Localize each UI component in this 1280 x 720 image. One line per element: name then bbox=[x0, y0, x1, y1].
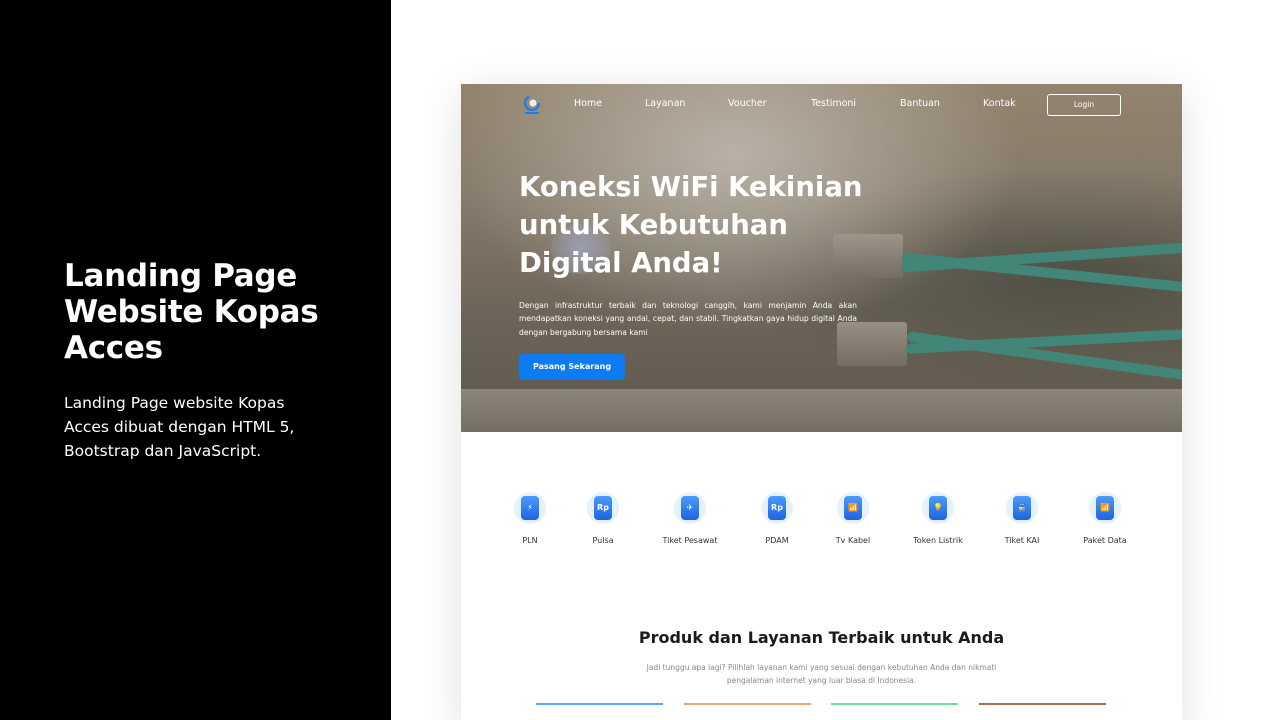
nav-link-voucher[interactable]: Voucher bbox=[728, 98, 767, 110]
wifi-phone-icon: 📶 bbox=[1089, 492, 1121, 524]
product-card-top-border bbox=[684, 703, 811, 705]
website-mockup: Home Layanan Voucher Testimoni Bantuan K… bbox=[461, 84, 1182, 720]
service-item-pulsa[interactable]: Rp Pulsa bbox=[558, 492, 648, 546]
service-label: Token Listrik bbox=[913, 536, 963, 545]
section-description: Jadi tunggu apa lagi? Pilihlah layanan k… bbox=[646, 663, 997, 685]
product-card-top-border bbox=[536, 703, 663, 705]
login-button[interactable]: Login bbox=[1047, 94, 1121, 116]
nav-link-bantuan[interactable]: Bantuan bbox=[900, 98, 940, 110]
tv-icon: 📶 bbox=[837, 492, 869, 524]
project-title: Landing Page Website Kopas Acces bbox=[64, 258, 319, 366]
pasang-sekarang-button[interactable]: Pasang Sekarang bbox=[519, 354, 625, 380]
project-description: Landing Page website Kopas Acces dibuat … bbox=[64, 394, 295, 460]
nav-link-layanan[interactable]: Layanan bbox=[645, 98, 685, 110]
plane-icon: ✈ bbox=[674, 492, 706, 524]
bulb-icon: 💡 bbox=[922, 492, 954, 524]
lightning-icon: ⚡ bbox=[514, 492, 546, 524]
navbar: Home Layanan Voucher Testimoni Bantuan K… bbox=[461, 84, 1182, 126]
service-label: Tiket Pesawat bbox=[662, 536, 718, 545]
train-icon: 🚆 bbox=[1006, 492, 1038, 524]
nav-link-home[interactable]: Home bbox=[574, 98, 602, 110]
hero-section: Home Layanan Voucher Testimoni Bantuan K… bbox=[461, 84, 1182, 432]
nav-link-testimoni[interactable]: Testimoni bbox=[811, 98, 856, 110]
service-item-token-listrik[interactable]: 💡 Token Listrik bbox=[893, 492, 983, 546]
water-drop-icon: Rp bbox=[761, 492, 793, 524]
left-panel: Landing Page Website Kopas Acces Landing… bbox=[0, 0, 391, 720]
logo-icon[interactable] bbox=[522, 94, 542, 116]
service-item-tiket-kai[interactable]: 🚆 Tiket KAI bbox=[977, 492, 1067, 546]
product-card-top-border bbox=[979, 703, 1106, 705]
service-item-paket-data[interactable]: 📶 Paket Data bbox=[1060, 492, 1150, 546]
service-label: Tiket KAI bbox=[1004, 536, 1040, 545]
service-label: Pulsa bbox=[592, 536, 614, 545]
hero-title: Koneksi WiFi Kekinian untuk Kebutuhan Di… bbox=[519, 171, 863, 279]
nav-link-kontak[interactable]: Kontak bbox=[983, 98, 1016, 110]
service-label: Paket Data bbox=[1083, 536, 1127, 545]
product-card-top-border bbox=[831, 703, 958, 705]
phone-credit-icon: Rp bbox=[587, 492, 619, 524]
service-item-tv-kabel[interactable]: 📶 Tv Kabel bbox=[808, 492, 898, 546]
service-item-tiket-pesawat[interactable]: ✈ Tiket Pesawat bbox=[645, 492, 735, 546]
hero-description: Dengan infrastruktur terbaik dan teknolo… bbox=[519, 301, 857, 337]
section-title: Produk dan Layanan Terbaik untuk Anda bbox=[638, 628, 1005, 647]
service-label: Tv Kabel bbox=[835, 536, 871, 545]
